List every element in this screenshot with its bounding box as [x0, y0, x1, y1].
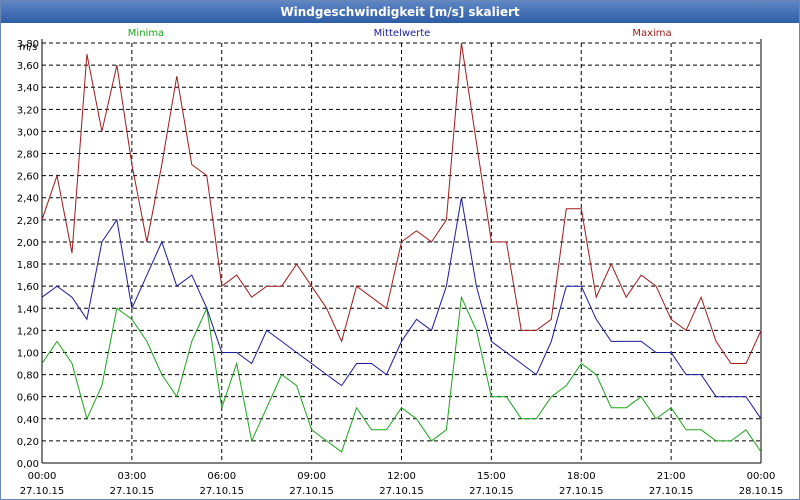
x-tick-date: 27.10.15: [559, 486, 604, 497]
y-tick-label: 3,40: [17, 83, 39, 94]
x-tick-time: 12:00: [387, 471, 416, 482]
y-tick-label: 1,00: [17, 348, 39, 359]
y-tick-label: 1,40: [17, 304, 39, 315]
y-tick-label: 2,80: [17, 150, 39, 161]
x-tick-labels: 00:00 27.10.15 03:00 27.10.15 06:00 27.10.15 0…: [20, 471, 784, 497]
x-tick-date: 28.10.15: [739, 486, 784, 497]
y-tick-label: 0,00: [17, 459, 39, 470]
y-tick-label: 2,60: [17, 172, 39, 183]
x-tick-date: 27.10.15: [20, 486, 65, 497]
y-tick-label: 1,80: [17, 260, 39, 271]
x-tick-time: 06:00: [207, 471, 236, 482]
y-tick-label: 0,20: [17, 437, 39, 448]
y-tick-label: 0,80: [17, 371, 39, 382]
y-tick-labels: 0,00 0,20 0,40 0,60 0,80 1,00 1,20 1,40 1,60 1,80…: [17, 39, 39, 470]
x-tick-time: 18:00: [567, 471, 596, 482]
legend-entry-maxima: Maxima: [632, 28, 671, 39]
x-tick-time: 03:00: [117, 471, 146, 482]
x-tick-date: 27.10.15: [110, 486, 155, 497]
y-tick-label: 0,60: [17, 393, 39, 404]
x-tick-date: 27.10.15: [649, 486, 694, 497]
x-tick-time: 21:00: [657, 471, 686, 482]
y-tick-label: 2,00: [17, 238, 39, 249]
y-tick-label: 2,40: [17, 194, 39, 205]
y-tick-label: 1,20: [17, 326, 39, 337]
x-tick-date: 27.10.15: [469, 486, 514, 497]
chart-plot: 0,00 0,20 0,40 0,60 0,80 1,00 1,20 1,40 1,60 1,80…: [17, 28, 784, 497]
y-tick-label: 0,40: [17, 415, 39, 426]
x-tick-time: 09:00: [297, 471, 326, 482]
y-tick-label: 1,60: [17, 282, 39, 293]
x-tick-date: 27.10.15: [199, 486, 244, 497]
y-tick-label: 3,20: [17, 105, 39, 116]
y-tick-label: 2,20: [17, 216, 39, 227]
y-axis-label: m/s: [19, 42, 37, 53]
legend: Minima Mittelwerte Maxima: [128, 28, 672, 39]
chart-window: Windgeschwindigkeit [m/s] skaliert 0,00 0…: [0, 0, 800, 500]
legend-entry-mittelwerte: Mittelwerte: [374, 28, 431, 39]
x-tick-date: 27.10.15: [289, 486, 334, 497]
x-tick-date: 27.10.15: [379, 486, 424, 497]
y-tick-label: 3,60: [17, 61, 39, 72]
x-tick-time: 00:00: [747, 471, 776, 482]
x-tick-time: 15:00: [477, 471, 506, 482]
x-tick-time: 00:00: [28, 471, 57, 482]
y-tick-label: 3,00: [17, 127, 39, 138]
legend-entry-minima: Minima: [128, 28, 164, 39]
